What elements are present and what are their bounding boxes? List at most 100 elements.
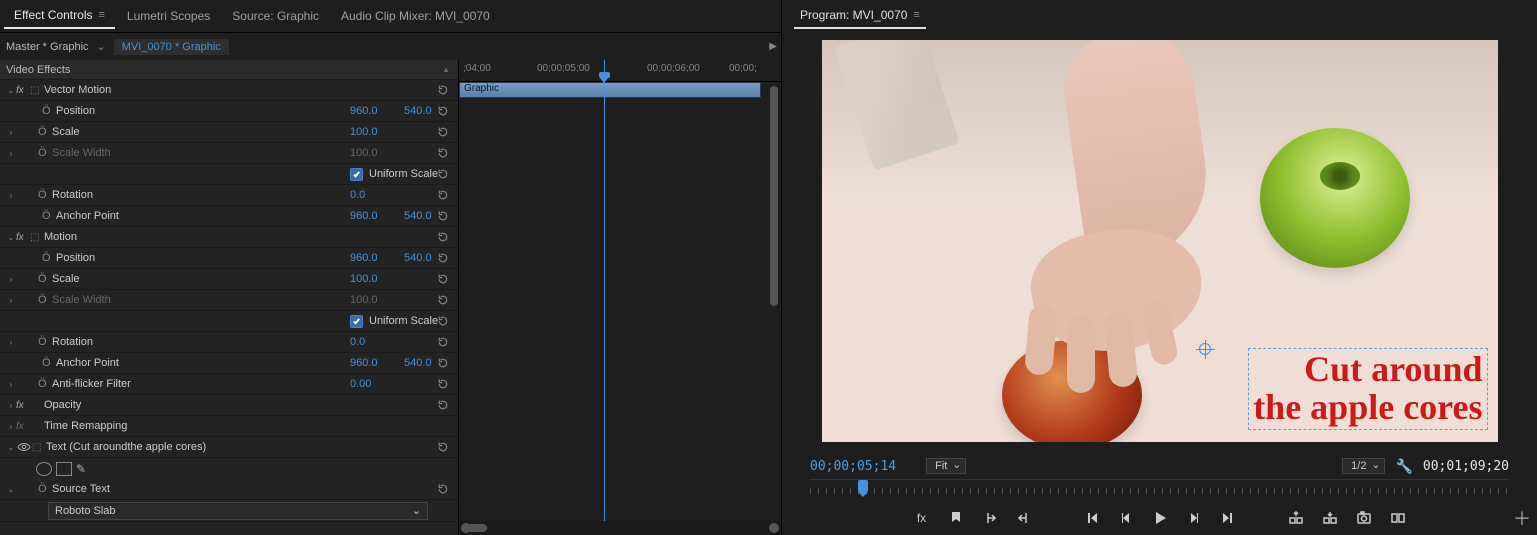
stopwatch-icon[interactable]: Ö — [38, 483, 52, 495]
effect-time-remapping[interactable]: › fx Time Remapping — [0, 416, 458, 437]
fx-badge[interactable]: fx — [16, 85, 30, 96]
button-editor-icon[interactable]: ＋ — [1513, 505, 1531, 531]
value[interactable]: 100.0 — [350, 126, 404, 138]
pen-mask-button[interactable]: ✎ — [76, 462, 86, 476]
zoom-select[interactable]: Fit — [926, 458, 966, 474]
free-transform-icon[interactable]: ⬚ — [30, 232, 44, 243]
twirl-icon[interactable]: › — [6, 275, 16, 284]
resolution-select[interactable]: 1/2 — [1342, 458, 1385, 474]
step-forward-button[interactable] — [1184, 508, 1204, 528]
program-scrub-bar[interactable] — [810, 479, 1509, 501]
value-x[interactable]: 960.0 — [350, 357, 404, 369]
stopwatch-icon[interactable]: Ö — [38, 189, 52, 201]
twirl-icon[interactable]: ⌄ — [6, 443, 16, 452]
tab-effect-controls[interactable]: Effect Controls ≡ — [4, 3, 115, 29]
program-monitor[interactable]: Cut around the apple cores — [822, 40, 1498, 442]
mark-out-button[interactable] — [1014, 508, 1034, 528]
free-transform-icon[interactable]: ⬚ — [30, 85, 44, 96]
reset-icon[interactable] — [436, 167, 450, 181]
reset-icon[interactable] — [436, 230, 450, 244]
extract-button[interactable] — [1320, 508, 1340, 528]
stopwatch-icon[interactable]: Ö — [42, 105, 56, 117]
current-timecode[interactable]: 00;00;05;14 — [810, 459, 896, 474]
value[interactable]: 0.00 — [350, 378, 404, 390]
overlay-text[interactable]: Cut around the apple cores — [1253, 351, 1482, 427]
go-to-out-button[interactable] — [1218, 508, 1238, 528]
twirl-icon[interactable]: › — [6, 401, 16, 410]
stopwatch-icon[interactable]: Ö — [42, 357, 56, 369]
reset-icon[interactable] — [436, 335, 450, 349]
reset-icon[interactable] — [436, 188, 450, 202]
panel-menu-icon[interactable]: ≡ — [913, 9, 919, 21]
value-x[interactable]: 960.0 — [350, 252, 404, 264]
reset-icon[interactable] — [436, 146, 450, 160]
play-button[interactable] — [1150, 508, 1170, 528]
uniform-scale-checkbox[interactable] — [350, 168, 363, 181]
horizontal-scrollbar[interactable] — [459, 521, 781, 535]
reset-icon[interactable] — [436, 83, 450, 97]
twirl-icon[interactable]: ⌄ — [6, 86, 16, 95]
twirl-icon[interactable]: › — [6, 422, 16, 431]
step-back-button[interactable] — [1116, 508, 1136, 528]
twirl-icon[interactable]: › — [6, 128, 16, 137]
reset-icon[interactable] — [436, 209, 450, 223]
value-x[interactable]: 960.0 — [350, 210, 404, 222]
section-video-effects[interactable]: Video Effects ▲ — [0, 60, 458, 80]
twirl-icon[interactable]: ⌄ — [6, 485, 16, 494]
reset-icon[interactable] — [436, 293, 450, 307]
effect-timeline[interactable]: ;04;00 00;00;05;00 00;00;06;00 00;00; Gr… — [458, 60, 781, 535]
reset-icon[interactable] — [436, 398, 450, 412]
timeline-ruler[interactable]: ;04;00 00;00;05;00 00;00;06;00 00;00; — [459, 60, 781, 82]
fx-badge[interactable]: fx — [16, 232, 30, 243]
stopwatch-icon[interactable]: Ö — [42, 252, 56, 264]
rect-mask-button[interactable] — [56, 462, 72, 476]
reset-icon[interactable] — [436, 251, 450, 265]
twirl-icon[interactable]: ⌄ — [6, 233, 16, 242]
panel-menu-icon[interactable]: ≡ — [98, 9, 104, 21]
ellipse-mask-button[interactable] — [36, 462, 52, 476]
stopwatch-icon[interactable]: Ö — [38, 126, 52, 138]
fx-toggle-button[interactable]: fx — [912, 508, 932, 528]
mark-in-button[interactable] — [980, 508, 1000, 528]
tab-lumetri-scopes[interactable]: Lumetri Scopes — [117, 3, 220, 29]
clip-name[interactable]: MVI_0070 * Graphic — [114, 39, 229, 55]
fx-badge[interactable]: fx — [16, 400, 30, 411]
reset-icon[interactable] — [436, 377, 450, 391]
timeline-clip-graphic[interactable]: Graphic — [459, 82, 761, 98]
uniform-scale-checkbox[interactable] — [350, 315, 363, 328]
twirl-icon[interactable]: › — [6, 380, 16, 389]
export-frame-button[interactable] — [1354, 508, 1374, 528]
play-icon[interactable]: ▶ — [769, 41, 781, 52]
eye-icon[interactable] — [16, 441, 32, 453]
stopwatch-icon[interactable]: Ö — [38, 336, 52, 348]
settings-icon[interactable]: 🔧 — [1395, 458, 1412, 475]
add-marker-button[interactable] — [946, 508, 966, 528]
value-x[interactable]: 960.0 — [350, 105, 404, 117]
comparison-view-button[interactable] — [1388, 508, 1408, 528]
reset-icon[interactable] — [436, 440, 450, 454]
master-label[interactable]: Master * Graphic — [6, 41, 89, 53]
value[interactable]: 0.0 — [350, 189, 404, 201]
tab-source[interactable]: Source: Graphic — [222, 3, 329, 29]
lift-button[interactable] — [1286, 508, 1306, 528]
text-overlay-selected[interactable]: Cut around the apple cores — [1248, 348, 1487, 430]
value[interactable]: 100.0 — [350, 273, 404, 285]
chevron-down-icon[interactable]: ⌄ — [93, 40, 110, 53]
playhead[interactable] — [604, 60, 605, 535]
reset-icon[interactable] — [436, 125, 450, 139]
anchor-point-icon[interactable] — [1199, 343, 1211, 355]
stopwatch-icon[interactable]: Ö — [38, 378, 52, 390]
stopwatch-icon[interactable]: Ö — [42, 210, 56, 222]
reset-icon[interactable] — [436, 356, 450, 370]
tab-audio-mixer[interactable]: Audio Clip Mixer: MVI_0070 — [331, 3, 500, 29]
effect-opacity[interactable]: › fx Opacity — [0, 395, 458, 416]
reset-icon[interactable] — [436, 272, 450, 286]
value[interactable]: 0.0 — [350, 336, 404, 348]
effect-text-layer[interactable]: ⌄ ⬚ Text (Cut aroundthe apple cores) — [0, 437, 458, 458]
go-to-in-button[interactable] — [1082, 508, 1102, 528]
twirl-icon[interactable]: › — [6, 191, 16, 200]
free-transform-icon[interactable]: ⬚ — [32, 442, 46, 453]
reset-icon[interactable] — [436, 104, 450, 118]
effect-vector-motion[interactable]: ⌄ fx ⬚ Vector Motion — [0, 80, 458, 101]
reset-icon[interactable] — [436, 314, 450, 328]
